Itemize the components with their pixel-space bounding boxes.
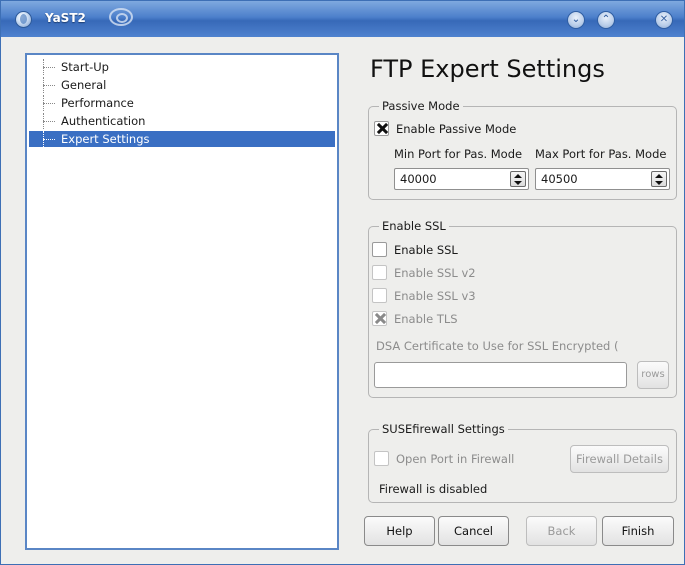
tree-item-performance[interactable]: Performance [29,95,335,111]
checkbox-box[interactable] [372,288,387,303]
passive-mode-group: Passive Mode Enable Passive Mode Min Por… [368,99,677,200]
certificate-label: DSA Certificate to Use for SSL Encrypted… [376,339,619,353]
minimize-button[interactable]: ⌄ [567,11,585,29]
tree-item-start-up[interactable]: Start-Up [29,59,335,75]
tree-item-authentication[interactable]: Authentication [29,113,335,129]
firewall-status-text: Firewall is disabled [379,482,488,496]
tree-branch-line [43,131,57,147]
tree-branch-line [43,95,57,111]
checkbox-box[interactable] [372,265,387,280]
min-port-label: Min Port for Pas. Mode [394,147,523,161]
enable-ssl-group: Enable SSL Enable SSL Enable SSL v2 Enab… [368,219,677,398]
checkbox-box[interactable] [372,311,387,326]
finish-button[interactable]: Finish [602,516,674,546]
group-title: SUSEfirewall Settings [379,422,508,436]
max-port-spinbox[interactable]: 40500 [535,168,670,190]
window-title: YaST2 [45,11,86,25]
spin-arrows-icon[interactable] [651,171,667,187]
firewall-settings-group: SUSEfirewall Settings Open Port in Firew… [368,422,677,503]
close-button[interactable]: ✕ [655,11,673,29]
checkbox-box[interactable] [372,242,387,257]
tree-branch-line [43,113,57,129]
browse-button[interactable]: rows [637,361,669,389]
tree-branch-line [43,59,57,75]
dialog-body: Start-Up General Performance Authenticat… [3,39,684,563]
tree-item-general[interactable]: General [29,77,335,93]
checkbox-label: Enable TLS [394,312,458,326]
checkbox-label: Enable Passive Mode [396,122,517,136]
navigation-tree[interactable]: Start-Up General Performance Authenticat… [25,53,339,550]
help-button[interactable]: Help [364,516,435,546]
min-port-spinbox[interactable]: 40000 [394,168,529,190]
tree-item-label: General [61,78,107,92]
cancel-button[interactable]: Cancel [438,516,509,546]
tree-item-label: Authentication [61,114,146,128]
group-title: Passive Mode [379,99,463,113]
checkbox-label: Enable SSL v2 [394,266,476,280]
title-bar[interactable]: YaST2 ⌄ ⌃ ✕ [1,1,684,37]
tree-item-label: Expert Settings [61,132,150,146]
certificate-path-input[interactable] [374,362,627,388]
min-port-value: 40000 [400,172,437,186]
tree-branch-line [43,77,57,93]
checkbox-label: Enable SSL [394,243,458,257]
page-title: FTP Expert Settings [370,55,605,83]
firewall-details-button[interactable]: Firewall Details [570,445,669,473]
checkbox-label: Enable SSL v3 [394,289,476,303]
max-port-label: Max Port for Pas. Mode [535,147,667,161]
maximize-button[interactable]: ⌃ [597,11,615,29]
suse-logo-icon [109,8,133,26]
spin-arrows-icon[interactable] [510,171,526,187]
checkbox-box[interactable] [374,121,389,136]
tree-item-expert-settings[interactable]: Expert Settings [29,131,335,147]
back-button[interactable]: Back [526,516,597,546]
checkbox-box[interactable] [374,451,389,466]
max-port-value: 40500 [541,172,578,186]
tree-item-label: Performance [61,96,134,110]
group-title: Enable SSL [379,219,449,233]
checkbox-label: Open Port in Firewall [396,452,515,466]
yast-window: YaST2 ⌄ ⌃ ✕ Start-Up General Performance… [0,0,685,565]
tree-item-label: Start-Up [61,60,109,74]
yast-app-icon [15,11,32,28]
